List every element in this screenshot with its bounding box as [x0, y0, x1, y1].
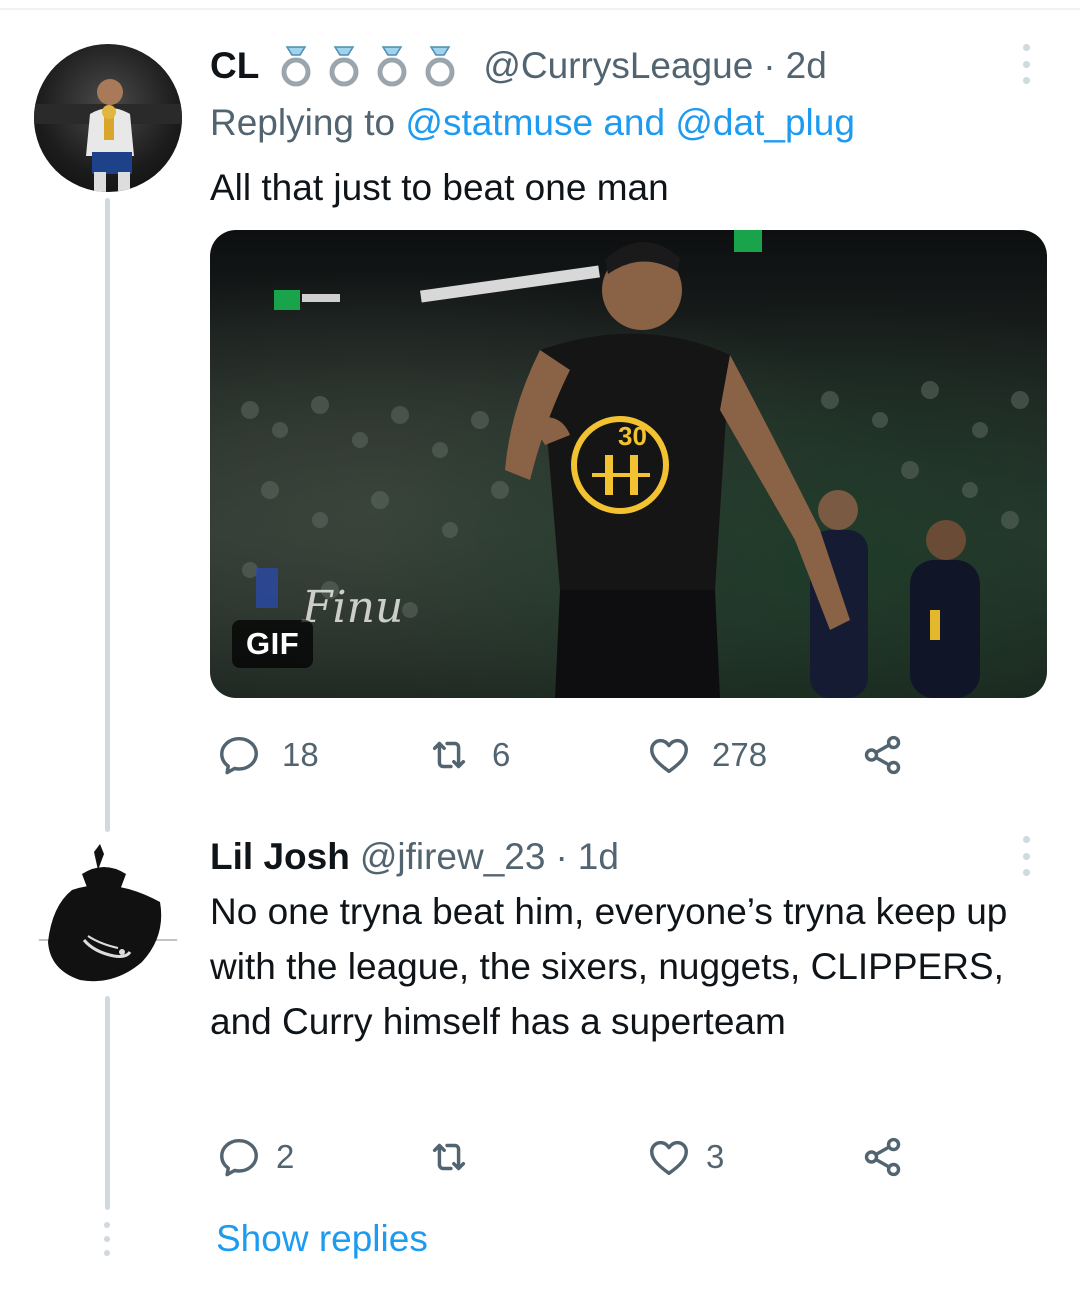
ring-icon: [425, 46, 455, 87]
reply-count: 2: [276, 1138, 295, 1175]
separator-dot: ·: [763, 45, 776, 86]
ring-icon: [377, 46, 407, 87]
retweet-button[interactable]: [426, 1132, 492, 1182]
heart-icon: [650, 1140, 688, 1176]
avatar-drawing: [34, 844, 182, 982]
user-handle[interactable]: @CurrysLeague: [483, 45, 753, 87]
tweet-header: CL @CurrysLeague · 2d: [210, 44, 827, 88]
share-icon: [864, 735, 901, 775]
reply-button[interactable]: 2: [216, 1132, 294, 1182]
reply-count: 18: [282, 736, 319, 773]
retweet-button[interactable]: 6: [426, 730, 510, 780]
display-name[interactable]: Lil Josh: [210, 836, 350, 878]
reply-button[interactable]: 18: [216, 730, 319, 780]
display-name[interactable]: CL: [210, 45, 259, 87]
like-count: 278: [712, 736, 768, 773]
thread-connector: [105, 996, 110, 1210]
thread-connector: [105, 198, 110, 832]
timestamp[interactable]: 2d: [786, 45, 827, 87]
show-replies-link[interactable]: Show replies: [216, 1218, 428, 1260]
tweet-text: No one tryna beat him, everyone’s tryna …: [210, 891, 1008, 1042]
share-button[interactable]: [860, 730, 906, 780]
share-button[interactable]: [860, 1132, 906, 1182]
replying-prefix: Replying to: [210, 102, 406, 143]
tweet-header: Lil Josh @jfirew_23 · 1d: [210, 836, 619, 878]
name-badges: [275, 44, 461, 88]
heart-icon: [650, 738, 688, 774]
avatar[interactable]: [34, 840, 182, 988]
like-button[interactable]: 3: [646, 1132, 724, 1182]
more-vertical-icon[interactable]: [1016, 44, 1036, 84]
reply-bubble-icon: [220, 736, 258, 775]
tweet-actions: 18 6 278: [210, 730, 930, 780]
separator-dot: ·: [555, 836, 568, 877]
svg-text:Finu: Finu: [301, 582, 403, 633]
gif-badge: GIF: [232, 620, 314, 668]
ring-icon: [329, 46, 359, 87]
like-count: 3: [706, 1138, 725, 1175]
tweet-text: All that just to beat one man: [210, 167, 669, 208]
gif-frame: 30 Finu: [241, 230, 1029, 698]
timestamp[interactable]: 1d: [578, 836, 619, 878]
svg-text:30: 30: [618, 421, 647, 451]
avatar[interactable]: [34, 44, 182, 192]
mention-link[interactable]: @dat_plug: [675, 102, 855, 143]
mention-link[interactable]: @statmuse: [405, 102, 593, 143]
replying-joiner[interactable]: and: [593, 102, 675, 143]
more-vertical-icon[interactable]: [1016, 836, 1036, 876]
top-divider: [0, 8, 1080, 10]
ring-icon: [281, 46, 311, 87]
retweet-count: 6: [492, 736, 511, 773]
like-button[interactable]: 278: [646, 730, 767, 780]
share-icon: [864, 1137, 901, 1177]
replying-to: Replying to @statmuse and @dat_plug: [210, 102, 855, 144]
thread-ellipsis-icon: [102, 1222, 112, 1256]
gif-media[interactable]: 30 Finu GIF: [210, 230, 1047, 698]
user-handle[interactable]: @jfirew_23: [360, 836, 546, 878]
avatar-photo: [34, 79, 182, 192]
retweet-icon: [432, 1143, 466, 1171]
reply-bubble-icon: [220, 1138, 258, 1177]
tweet-actions: 2 3: [210, 1132, 930, 1182]
retweet-icon: [432, 741, 466, 769]
